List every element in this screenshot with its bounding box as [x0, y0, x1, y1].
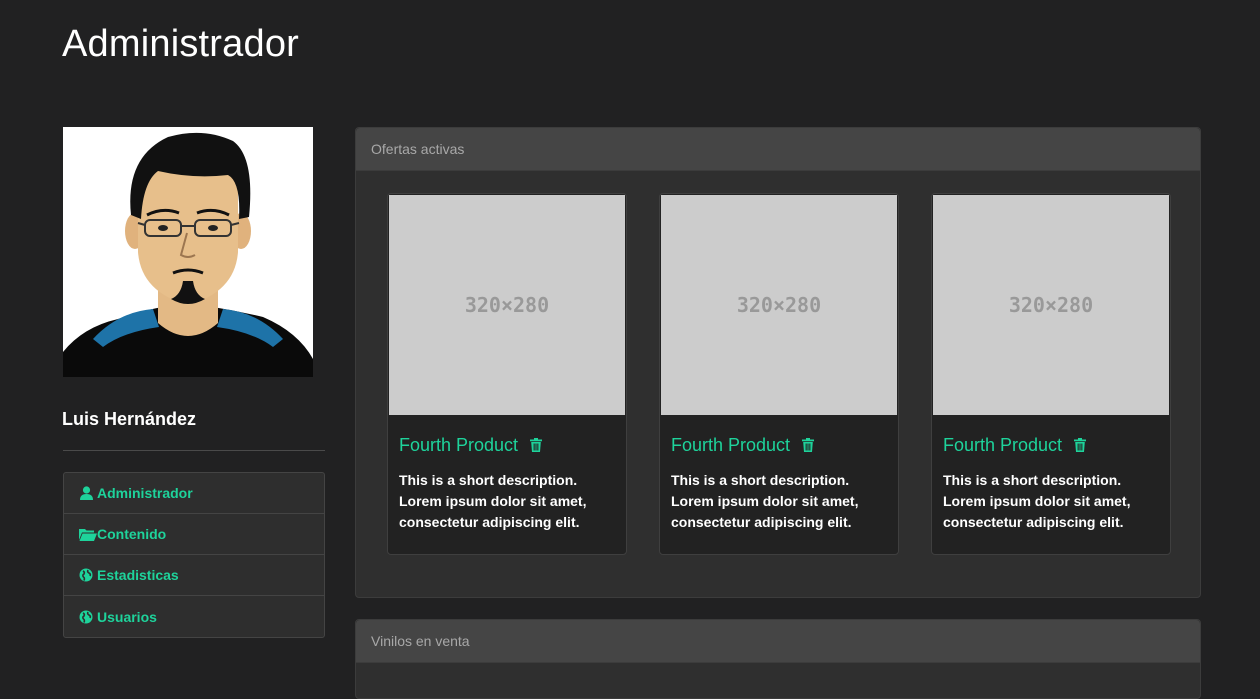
- page-title: Administrador: [62, 23, 300, 65]
- product-description: This is a short description. Lorem ipsum…: [943, 472, 1131, 530]
- globe-icon: [79, 568, 93, 582]
- sidebar-item-administrador[interactable]: Administrador: [64, 473, 324, 514]
- user-icon: [79, 486, 93, 500]
- trash-icon[interactable]: [530, 438, 543, 452]
- product-card[interactable]: 320×280 Fourth Product This is a short d…: [931, 193, 1171, 555]
- product-image-placeholder: 320×280: [661, 195, 897, 415]
- sidebar-item-label: Administrador: [97, 485, 193, 501]
- offers-panel-heading: Ofertas activas: [356, 128, 1200, 171]
- product-title-row: Fourth Product: [399, 434, 543, 456]
- product-title-row: Fourth Product: [671, 434, 815, 456]
- product-description: This is a short description. Lorem ipsum…: [399, 472, 587, 530]
- sidebar-item-estadisticas[interactable]: Estadisticas: [64, 555, 324, 596]
- sidebar-item-label: Contenido: [97, 526, 167, 542]
- sidebar-item-contenido[interactable]: Contenido: [64, 514, 324, 555]
- offers-panel: Ofertas activas 320×280 Fourth Product T…: [355, 127, 1201, 598]
- product-title[interactable]: Fourth Product: [399, 434, 518, 456]
- product-title-row: Fourth Product: [943, 434, 1087, 456]
- user-avatar-illustration: [63, 127, 313, 377]
- folder-open-icon: [79, 527, 97, 541]
- profile-name: Luis Hernández: [62, 409, 197, 429]
- sidebar-item-usuarios[interactable]: Usuarios: [64, 596, 324, 637]
- side-menu: Administrador Contenido Estadisticas Usu…: [63, 472, 325, 638]
- sidebar-item-label: Estadisticas: [97, 567, 179, 583]
- product-image-placeholder: 320×280: [933, 195, 1169, 415]
- product-title[interactable]: Fourth Product: [671, 434, 790, 456]
- avatar: [63, 127, 313, 377]
- product-description: This is a short description. Lorem ipsum…: [671, 472, 859, 530]
- product-card[interactable]: 320×280 Fourth Product This is a short d…: [387, 193, 627, 555]
- sidebar-divider: [63, 450, 325, 451]
- vinyl-panel-heading: Vinilos en venta: [356, 620, 1200, 663]
- product-title[interactable]: Fourth Product: [943, 434, 1062, 456]
- trash-icon[interactable]: [802, 438, 815, 452]
- sidebar-item-label: Usuarios: [97, 608, 157, 625]
- globe-icon: [79, 610, 93, 624]
- product-card[interactable]: 320×280 Fourth Product This is a short d…: [659, 193, 899, 555]
- vinyl-panel: Vinilos en venta: [355, 619, 1201, 699]
- trash-icon[interactable]: [1074, 438, 1087, 452]
- product-image-placeholder: 320×280: [389, 195, 625, 415]
